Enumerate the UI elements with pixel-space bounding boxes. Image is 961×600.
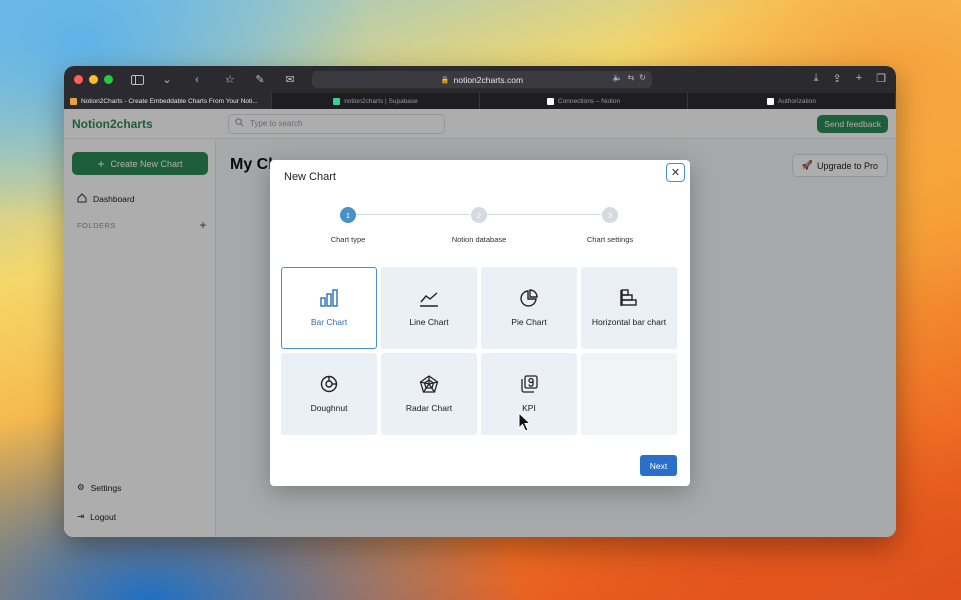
kpi-icon	[519, 375, 539, 395]
stepper: 1 2 3 Chart type Notion database Chart s…	[270, 207, 690, 247]
step-connector	[487, 214, 601, 215]
back-icon[interactable]: ‹	[189, 73, 205, 87]
tab-label: Authorization	[778, 97, 816, 105]
tab-label: notion2charts | Supabase	[344, 97, 418, 105]
window-controls	[74, 75, 113, 84]
new-chart-modal: New Chart ✕ 1 2 3 Chart type Notion data…	[270, 160, 690, 486]
chart-type-label: Bar Chart	[310, 317, 348, 327]
tab-label: Connections – Notion	[557, 97, 621, 105]
chart-type-doughnut[interactable]: Doughnut	[281, 353, 377, 435]
chart-type-pie[interactable]: Pie Chart	[481, 267, 577, 349]
chart-type-grid: Bar Chart Line Chart Pie Chart Horizonta…	[281, 267, 677, 435]
modal-title: New Chart	[284, 171, 336, 183]
tab-overview-icon[interactable]: ❐	[876, 72, 886, 85]
new-tab-icon[interactable]: +	[856, 72, 862, 85]
doughnut-chart-icon	[319, 375, 339, 395]
chart-type-radar[interactable]: Radar Chart	[381, 353, 477, 435]
minimize-window-button[interactable]	[89, 75, 98, 84]
close-window-button[interactable]	[74, 75, 83, 84]
chart-type-horizontal-bar[interactable]: Horizontal bar chart	[581, 267, 677, 349]
lock-icon: 🔒	[440, 76, 450, 84]
reload-icon[interactable]: ↻	[639, 73, 646, 82]
tab-favicon-icon	[546, 97, 554, 105]
browser-tab[interactable]: notion2charts | Supabase	[272, 93, 480, 109]
step-1-circle: 1	[340, 207, 356, 223]
tab-favicon-icon	[70, 97, 77, 105]
pie-chart-icon	[519, 289, 539, 309]
close-modal-button[interactable]: ✕	[666, 163, 685, 182]
browser-titlebar: ⌄ ‹ › ☆ ✎ ✉ ⓘ 🔒 notion2charts.com 🔈 ⇆ ↻ …	[64, 66, 896, 93]
bar-chart-icon	[319, 289, 339, 309]
step-2-circle: 2	[471, 207, 487, 223]
chart-type-line[interactable]: Line Chart	[381, 267, 477, 349]
next-button[interactable]: Next	[640, 455, 677, 476]
horizontal-bar-chart-icon	[619, 289, 639, 309]
chart-type-label: Doughnut	[310, 403, 348, 413]
sidebar-toggle-icon[interactable]	[129, 73, 145, 87]
bookmark-star-icon[interactable]: ☆	[222, 72, 238, 86]
speaker-icon[interactable]: 🔈	[613, 73, 623, 82]
browser-tab[interactable]: Notion2Charts - Create Embeddable Charts…	[64, 93, 272, 109]
browser-window: ⌄ ‹ › ☆ ✎ ✉ ⓘ 🔒 notion2charts.com 🔈 ⇆ ↻ …	[64, 66, 896, 537]
zoom-window-button[interactable]	[104, 75, 113, 84]
empty-grid-cell	[581, 353, 677, 435]
mail-icon[interactable]: ✉	[282, 72, 298, 86]
mouse-cursor-icon	[518, 412, 532, 432]
tab-bar: Notion2Charts - Create Embeddable Charts…	[64, 93, 896, 109]
chart-type-label: Pie Chart	[511, 317, 547, 327]
translate-icon[interactable]: ⇆	[628, 73, 635, 82]
step-1-label: Chart type	[330, 235, 366, 244]
tab-favicon-icon	[767, 97, 775, 105]
address-bar[interactable]: 🔒 notion2charts.com 🔈 ⇆ ↻	[312, 71, 652, 88]
step-3-label: Chart settings	[586, 235, 634, 244]
chevron-down-icon[interactable]: ⌄	[159, 73, 175, 87]
step-connector	[356, 214, 470, 215]
step-2-label: Notion database	[451, 235, 507, 244]
tab-label: Notion2Charts - Create Embeddable Charts…	[81, 97, 258, 105]
line-chart-icon	[419, 289, 439, 309]
reader-icon[interactable]: ✎	[252, 72, 268, 86]
share-icon[interactable]: ⇪	[832, 72, 841, 85]
step-3-circle: 3	[602, 207, 618, 223]
chart-type-label: Line Chart	[409, 317, 449, 327]
url-text: notion2charts.com	[453, 74, 524, 85]
close-icon: ✕	[670, 167, 681, 179]
browser-tab[interactable]: Connections – Notion	[480, 93, 688, 109]
chart-type-label: Radar Chart	[405, 403, 453, 413]
chart-type-label: Horizontal bar chart	[591, 317, 667, 327]
tab-favicon-icon	[333, 97, 341, 105]
download-icon[interactable]: ⤓	[814, 72, 819, 85]
browser-tab[interactable]: Authorization	[688, 93, 896, 109]
chart-type-bar[interactable]: Bar Chart	[281, 267, 377, 349]
radar-chart-icon	[419, 375, 439, 395]
